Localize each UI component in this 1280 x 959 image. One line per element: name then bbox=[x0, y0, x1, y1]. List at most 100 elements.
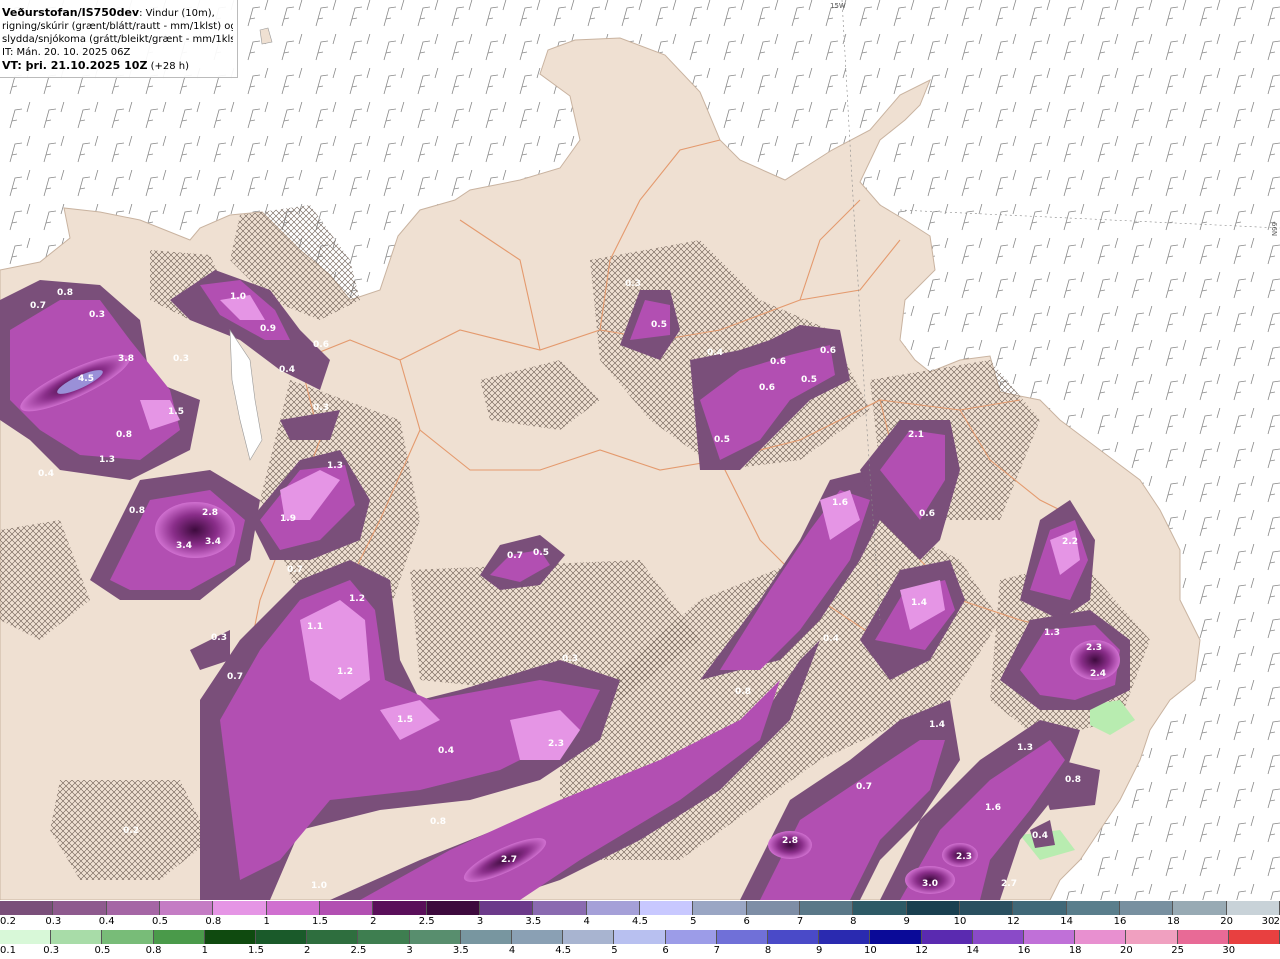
precip-value-label: 1.4 bbox=[911, 598, 927, 608]
source-title: Veðurstofan/IS750dev bbox=[2, 6, 140, 19]
precip-value-label: 0.3 bbox=[313, 403, 329, 413]
precip-value-label: 0.4 bbox=[38, 469, 54, 479]
legend-label: 3.5 bbox=[525, 916, 542, 927]
precip-value-label: 0.4 bbox=[438, 746, 454, 756]
weather-map[interactable]: 0.7 0.8 0.3 1.0 0.9 0.6 0.4 3.8 0.3 4.5 1.5 0.3 0.8 1… bbox=[0, 0, 1280, 900]
precip-value-label: 0.8 bbox=[1065, 775, 1081, 785]
precip-value-label: 1.2 bbox=[349, 594, 365, 604]
precip-value-label: 2.8 bbox=[782, 836, 798, 846]
legend-label: 7 bbox=[796, 916, 804, 927]
valid-time: VT: þri. 21.10.2025 10Z bbox=[2, 59, 148, 72]
precip-value-label: 2.7 bbox=[1001, 879, 1017, 889]
precip-value-label: 0.4 bbox=[823, 634, 839, 644]
legend-swatch bbox=[1066, 901, 1120, 915]
legend-label: 8 bbox=[764, 945, 772, 956]
legend-label: 4.5 bbox=[632, 916, 648, 927]
legend-swatch bbox=[204, 930, 257, 944]
rain-legend-colorbar bbox=[0, 901, 1280, 915]
legend-label: 25 bbox=[1171, 945, 1184, 956]
legend-label: 0.5 bbox=[94, 945, 111, 956]
legend-swatch bbox=[906, 901, 960, 915]
init-time: IT: Mán. 20. 10. 2025 06Z bbox=[2, 47, 131, 58]
legend-swatch bbox=[373, 901, 427, 915]
precip-value-label: 0.6 bbox=[313, 340, 329, 350]
precip-value-label: 0.4 bbox=[707, 348, 723, 358]
title-rest: : Vindur (10m), bbox=[139, 8, 215, 19]
precip-value-label: 1.3 bbox=[1044, 628, 1060, 638]
legend-swatch bbox=[870, 930, 922, 944]
precip-value-label: 0.8 bbox=[57, 288, 73, 298]
precip-value-label: 0.2 bbox=[123, 826, 139, 836]
precip-value-label: 2.3 bbox=[1086, 643, 1102, 653]
legend-swatch bbox=[0, 930, 52, 944]
legend-swatch bbox=[746, 901, 800, 915]
legend-label: 16 bbox=[1113, 916, 1127, 927]
legend-swatch bbox=[533, 901, 587, 915]
legend-label: 9 bbox=[816, 945, 823, 956]
precip-value-label: 1.1 bbox=[307, 622, 323, 632]
precip-value-label: 0.8 bbox=[430, 817, 446, 827]
legend-swatch bbox=[1024, 930, 1076, 944]
legend-label: 8 bbox=[850, 916, 857, 927]
legend-swatch bbox=[959, 901, 1014, 915]
precip-value-label: 0.7 bbox=[287, 565, 303, 575]
legend-label: 2.5 bbox=[418, 916, 435, 927]
precip-value-label: 2.1 bbox=[908, 430, 924, 440]
legend-swatch bbox=[563, 930, 615, 944]
legend-swatch bbox=[409, 930, 461, 944]
precip-value-label: 1.5 bbox=[168, 407, 184, 417]
legend-label: 5 bbox=[611, 945, 618, 956]
legend-label: 20 bbox=[1120, 945, 1133, 956]
precip-value-label: 1.2 bbox=[337, 667, 353, 677]
legend-swatch bbox=[586, 901, 640, 915]
legend-swatch bbox=[972, 930, 1025, 944]
precip-value-label: 0.3 bbox=[89, 310, 105, 320]
legend-label: 0.5 bbox=[152, 916, 168, 927]
legend-label: 6 bbox=[743, 916, 750, 927]
precip-value-label: 1.9 bbox=[280, 514, 296, 524]
precip-value-label: 1.3 bbox=[99, 455, 115, 465]
title-line-3: slydda/snjókoma (grátt/bleikt/grænt - mm… bbox=[2, 34, 233, 45]
snow-legend-labels: 0.1 0.3 0.5 0.8 1 1.5 2 2.5 3 3.5 4 4.5 5 6 7 8 9 10 12 14 1… bbox=[0, 945, 1280, 957]
legend-label: 1 bbox=[263, 916, 270, 927]
precip-value-label: 1.6 bbox=[985, 803, 1001, 813]
legend-swatch bbox=[512, 930, 564, 944]
legend-label: 14 bbox=[1060, 916, 1074, 927]
legend-swatch bbox=[358, 930, 410, 944]
legend-swatch bbox=[106, 901, 160, 915]
legend-label: 5 bbox=[690, 916, 697, 927]
rain-legend: 0.2 0.3 0.4 0.5 0.8 1 1.5 2 2.5 3 3.5 4 4.5 5 6 7 8 9 10 12… bbox=[0, 901, 1280, 930]
legend-swatch bbox=[693, 901, 747, 915]
legend-swatch bbox=[921, 930, 973, 944]
legend-label: 3 bbox=[406, 945, 413, 956]
legend-swatch bbox=[819, 930, 871, 944]
legend-swatch bbox=[1173, 901, 1227, 915]
legend-label: 6 bbox=[662, 945, 669, 956]
precip-value-label: 2.7 bbox=[501, 855, 517, 865]
legend-swatch bbox=[319, 901, 374, 915]
legend-label: 0.3 bbox=[45, 916, 62, 927]
map-title-box: Veðurstofan/IS750dev: Vindur (10m), rign… bbox=[0, 0, 238, 78]
legend-label: 20 bbox=[1220, 916, 1234, 927]
legend-swatch bbox=[51, 930, 103, 944]
precip-value-label: 2.4 bbox=[1090, 669, 1106, 679]
legend-label: 0.8 bbox=[205, 916, 222, 927]
legend-label: 12 bbox=[1006, 916, 1020, 927]
legend-label: 0.3 bbox=[43, 945, 60, 956]
legend-label: 9 bbox=[903, 916, 910, 927]
legend-label: 10 bbox=[864, 945, 877, 956]
precip-value-label: 1.6 bbox=[832, 498, 848, 508]
legend-label: 10 bbox=[953, 916, 967, 927]
legend-label: 2.5 bbox=[350, 945, 367, 956]
precip-value-label: 0.4 bbox=[279, 365, 295, 375]
precip-value-label: 0.6 bbox=[759, 383, 775, 393]
legend-label: 30 bbox=[1261, 916, 1275, 927]
legend-swatch bbox=[426, 901, 480, 915]
precip-value-label: 3.4 bbox=[205, 537, 221, 547]
legend-label: 30 bbox=[1222, 945, 1236, 956]
precip-value-label: 0.6 bbox=[770, 357, 786, 367]
legend-swatch bbox=[159, 901, 214, 915]
precip-value-label: 3.0 bbox=[922, 879, 938, 889]
precip-value-label: 0.7 bbox=[507, 551, 523, 561]
legend-swatch bbox=[639, 901, 694, 915]
